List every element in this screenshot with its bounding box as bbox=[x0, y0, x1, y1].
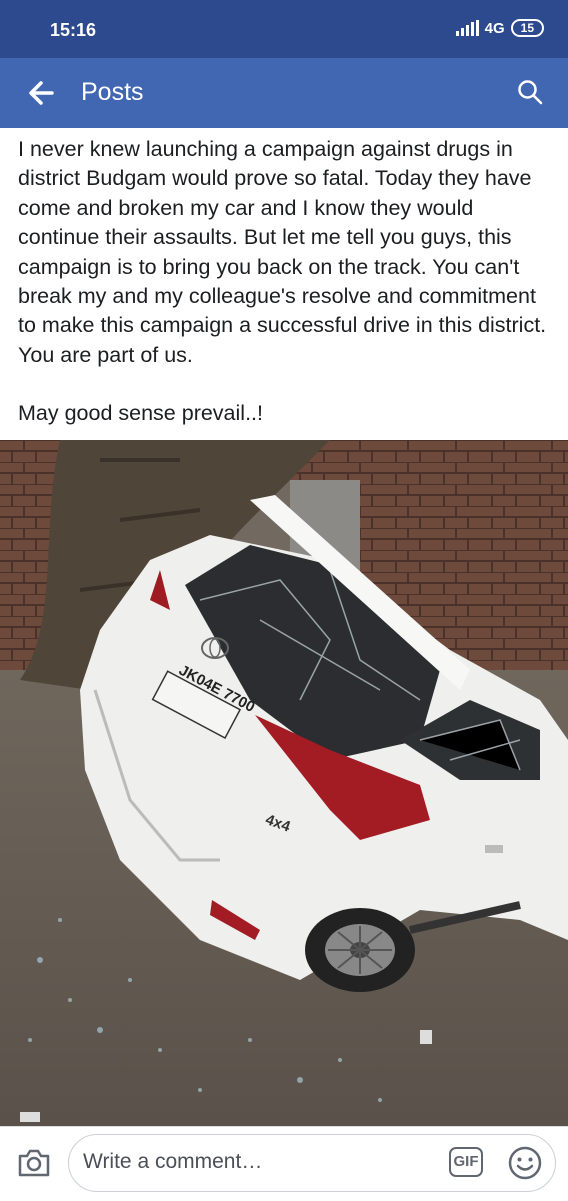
post-paragraph: I never knew launching a campaign agains… bbox=[18, 137, 547, 367]
status-time: 15:16 bbox=[50, 20, 97, 40]
smiley-icon[interactable] bbox=[507, 1145, 543, 1181]
status-indicators: 4G 15 bbox=[455, 19, 544, 37]
post-paragraph: May good sense prevail..! bbox=[18, 401, 263, 426]
status-bar: 15:16 4G 15 bbox=[0, 0, 568, 58]
comment-field[interactable]: GIF bbox=[68, 1134, 556, 1192]
comment-input[interactable] bbox=[83, 1150, 413, 1174]
app-bar: Posts bbox=[0, 58, 568, 128]
post-photo[interactable]: JK04E 7700 4x4 bbox=[0, 440, 568, 1126]
camera-icon[interactable] bbox=[16, 1145, 52, 1181]
page-title: Posts bbox=[81, 78, 144, 106]
signal-icon bbox=[455, 20, 479, 36]
gif-button[interactable]: GIF bbox=[449, 1147, 483, 1177]
search-icon[interactable] bbox=[516, 78, 544, 106]
comment-bar: GIF bbox=[0, 1126, 568, 1201]
arrow-left-icon[interactable] bbox=[26, 78, 56, 108]
damaged-car-image: JK04E 7700 4x4 bbox=[0, 440, 568, 1126]
post-body: I never knew launching a campaign agains… bbox=[18, 135, 558, 429]
battery-indicator: 15 bbox=[510, 19, 544, 37]
network-type: 4G bbox=[484, 19, 505, 37]
